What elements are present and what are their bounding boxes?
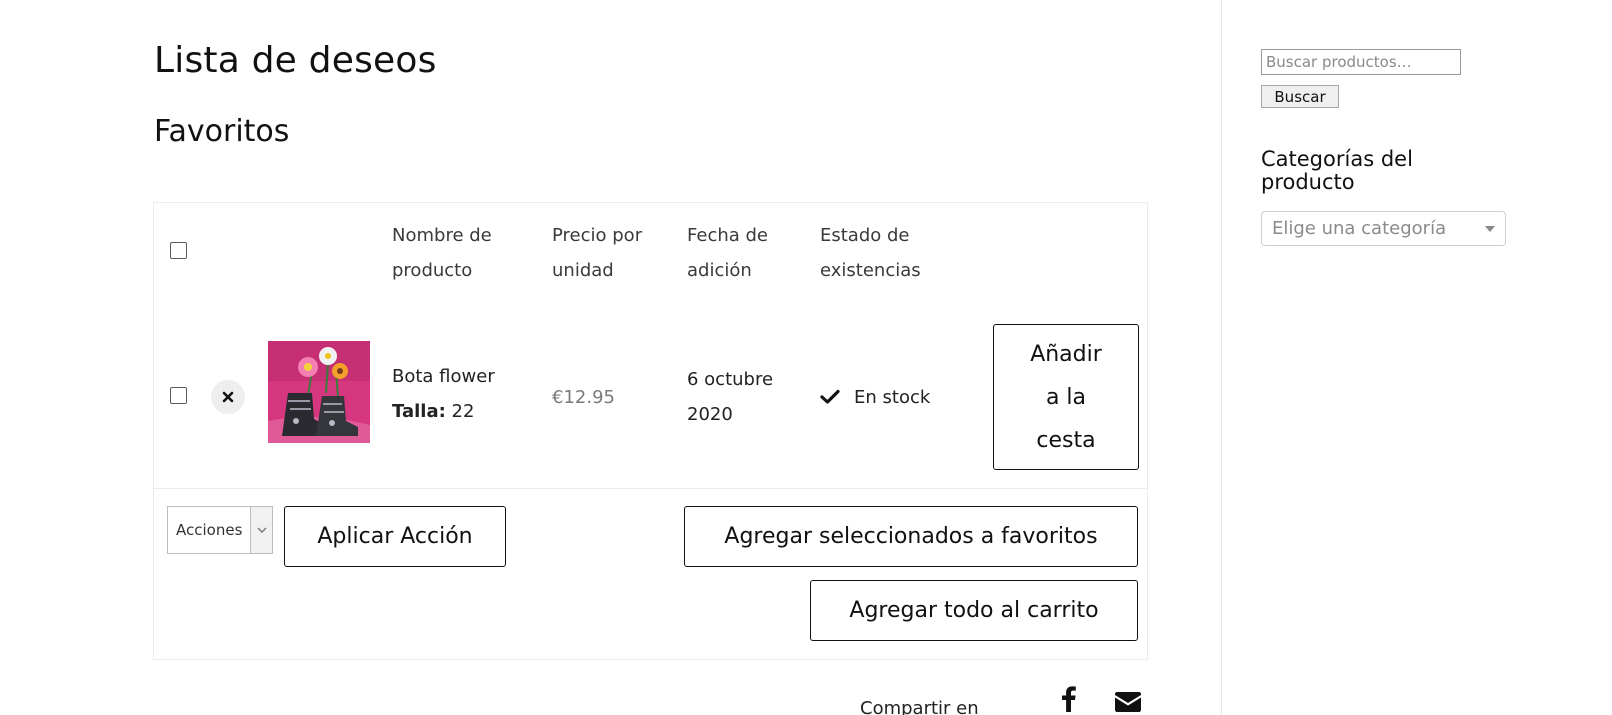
header-stock-status: Estado de existencias	[820, 225, 921, 281]
share-label: Compartir en	[860, 698, 979, 715]
product-thumbnail[interactable]	[268, 341, 370, 443]
product-info: Bota flower Talla: 22	[392, 359, 495, 429]
add-all-to-cart-button[interactable]: Agregar todo al carrito	[810, 580, 1138, 641]
table-divider	[153, 488, 1148, 489]
select-all-checkbox[interactable]	[170, 242, 187, 259]
header-unit-price: Precio por unidad	[552, 225, 643, 281]
product-price: €12.95	[552, 387, 615, 408]
bulk-actions-select[interactable]: Acciones	[167, 506, 273, 554]
close-icon	[222, 391, 234, 403]
product-name-link[interactable]: Bota flower	[392, 359, 495, 394]
page-title: Lista de deseos	[154, 40, 437, 81]
category-select[interactable]: Elige una categoría	[1261, 211, 1506, 246]
boot-flower-image	[268, 341, 370, 443]
table-divider	[153, 659, 1148, 660]
apply-action-button[interactable]: Aplicar Acción	[284, 506, 506, 567]
wishlist-name: Favoritos	[154, 114, 290, 149]
chevron-down-icon	[250, 507, 272, 553]
product-date-added: 6 octubre 2020	[687, 369, 774, 425]
stock-status: En stock	[820, 380, 930, 414]
header-date-added: Fecha de adición	[687, 225, 768, 281]
add-to-cart-button[interactable]: Añadir a la cesta	[993, 324, 1139, 470]
search-button[interactable]: Buscar	[1261, 85, 1339, 108]
chevron-down-icon	[1485, 226, 1495, 232]
email-icon[interactable]	[1115, 692, 1141, 715]
add-selected-to-favorites-button[interactable]: Agregar seleccionados a favoritos	[684, 506, 1138, 567]
sidebar-divider	[1221, 0, 1222, 715]
remove-item-button[interactable]	[211, 380, 245, 414]
header-product-name: Nombre de producto	[392, 225, 492, 281]
product-search-input[interactable]	[1261, 49, 1461, 75]
checkmark-icon	[820, 389, 840, 404]
categories-widget-title: Categorías del producto	[1261, 147, 1413, 194]
item-checkbox[interactable]	[170, 387, 187, 404]
facebook-icon[interactable]	[1062, 686, 1076, 715]
product-attribute: Talla: 22	[392, 401, 475, 422]
main-content: Lista de deseos Favoritos Nombre de prod…	[0, 0, 1222, 715]
